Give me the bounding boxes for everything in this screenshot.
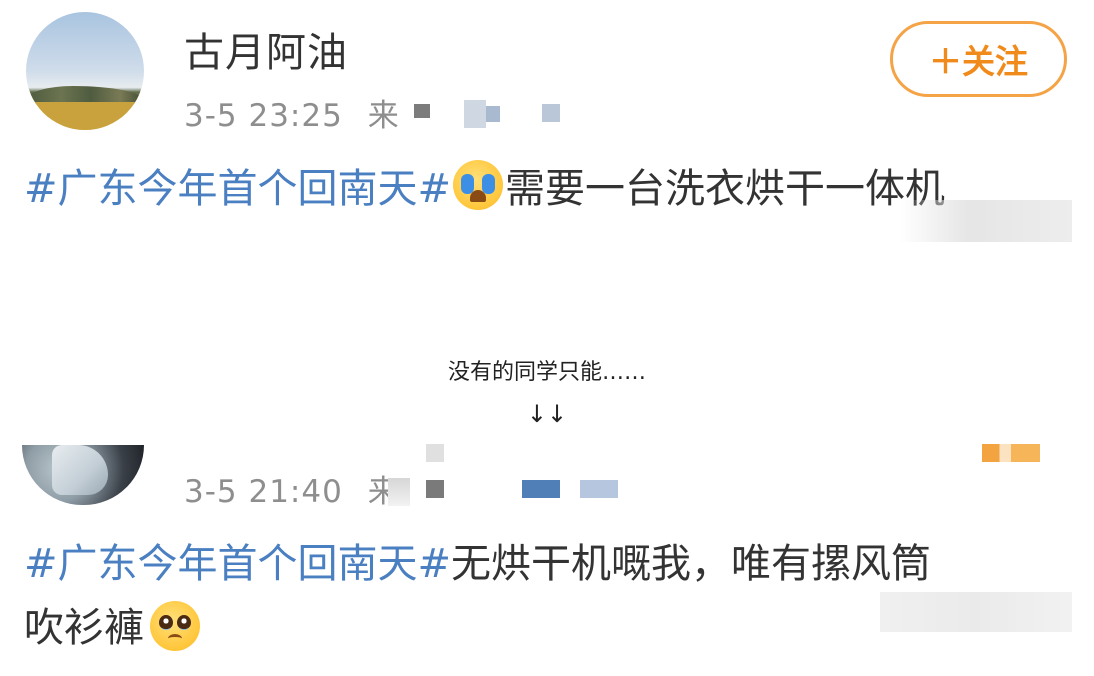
redacted-source (486, 106, 500, 122)
post-meta: 3-5 21:40 来 (184, 466, 400, 511)
username[interactable]: 古月阿油 (184, 20, 348, 78)
redacted-badge (982, 444, 1040, 462)
post-body: #广东今年首个回南天#无烘干机嘅我，唯有摞风筒 (24, 536, 931, 592)
post-meta: 3-5 23:25 来 (184, 90, 400, 135)
redacted-source (388, 478, 410, 506)
avatar-figure (52, 445, 108, 495)
watermark-blur (900, 200, 1072, 242)
watermark-blur (880, 592, 1072, 632)
redacted-source (542, 104, 560, 122)
hashtag-link[interactable]: #广东今年首个回南天# (24, 166, 451, 212)
redacted-source (414, 104, 430, 118)
avatar[interactable] (22, 445, 144, 505)
pleading-face-icon (150, 601, 200, 651)
post-text: 无烘干机嘅我，唯有摞风筒 (451, 541, 932, 587)
post-body-line2: 吹衫褲 (24, 600, 200, 656)
redacted-source (580, 480, 618, 498)
post-text: 需要一台洗衣烘干一体机 (505, 166, 946, 212)
crying-face-icon (453, 160, 504, 210)
hashtag-link[interactable]: #广东今年首个回南天# (24, 541, 451, 587)
redacted-username (426, 444, 444, 462)
follow-button[interactable]: ＋关注 (890, 21, 1067, 97)
post-body: #广东今年首个回南天# 需要一台洗衣烘干一体机 (24, 160, 945, 217)
avatar[interactable] (26, 12, 144, 130)
post-timestamp: 3-5 23:25 (184, 98, 343, 134)
redacted-source (464, 100, 486, 128)
caption: 没有的同学只能…… (447, 360, 646, 385)
avatar-field (26, 102, 144, 130)
post-timestamp: 3-5 21:40 (184, 474, 343, 510)
redacted-source (426, 480, 444, 498)
redacted-source (522, 480, 560, 498)
post-text: 吹衫褲 (24, 605, 144, 651)
down-arrows-icon: ↓↓ (526, 400, 568, 428)
post-source-prefix: 来 (367, 98, 400, 134)
